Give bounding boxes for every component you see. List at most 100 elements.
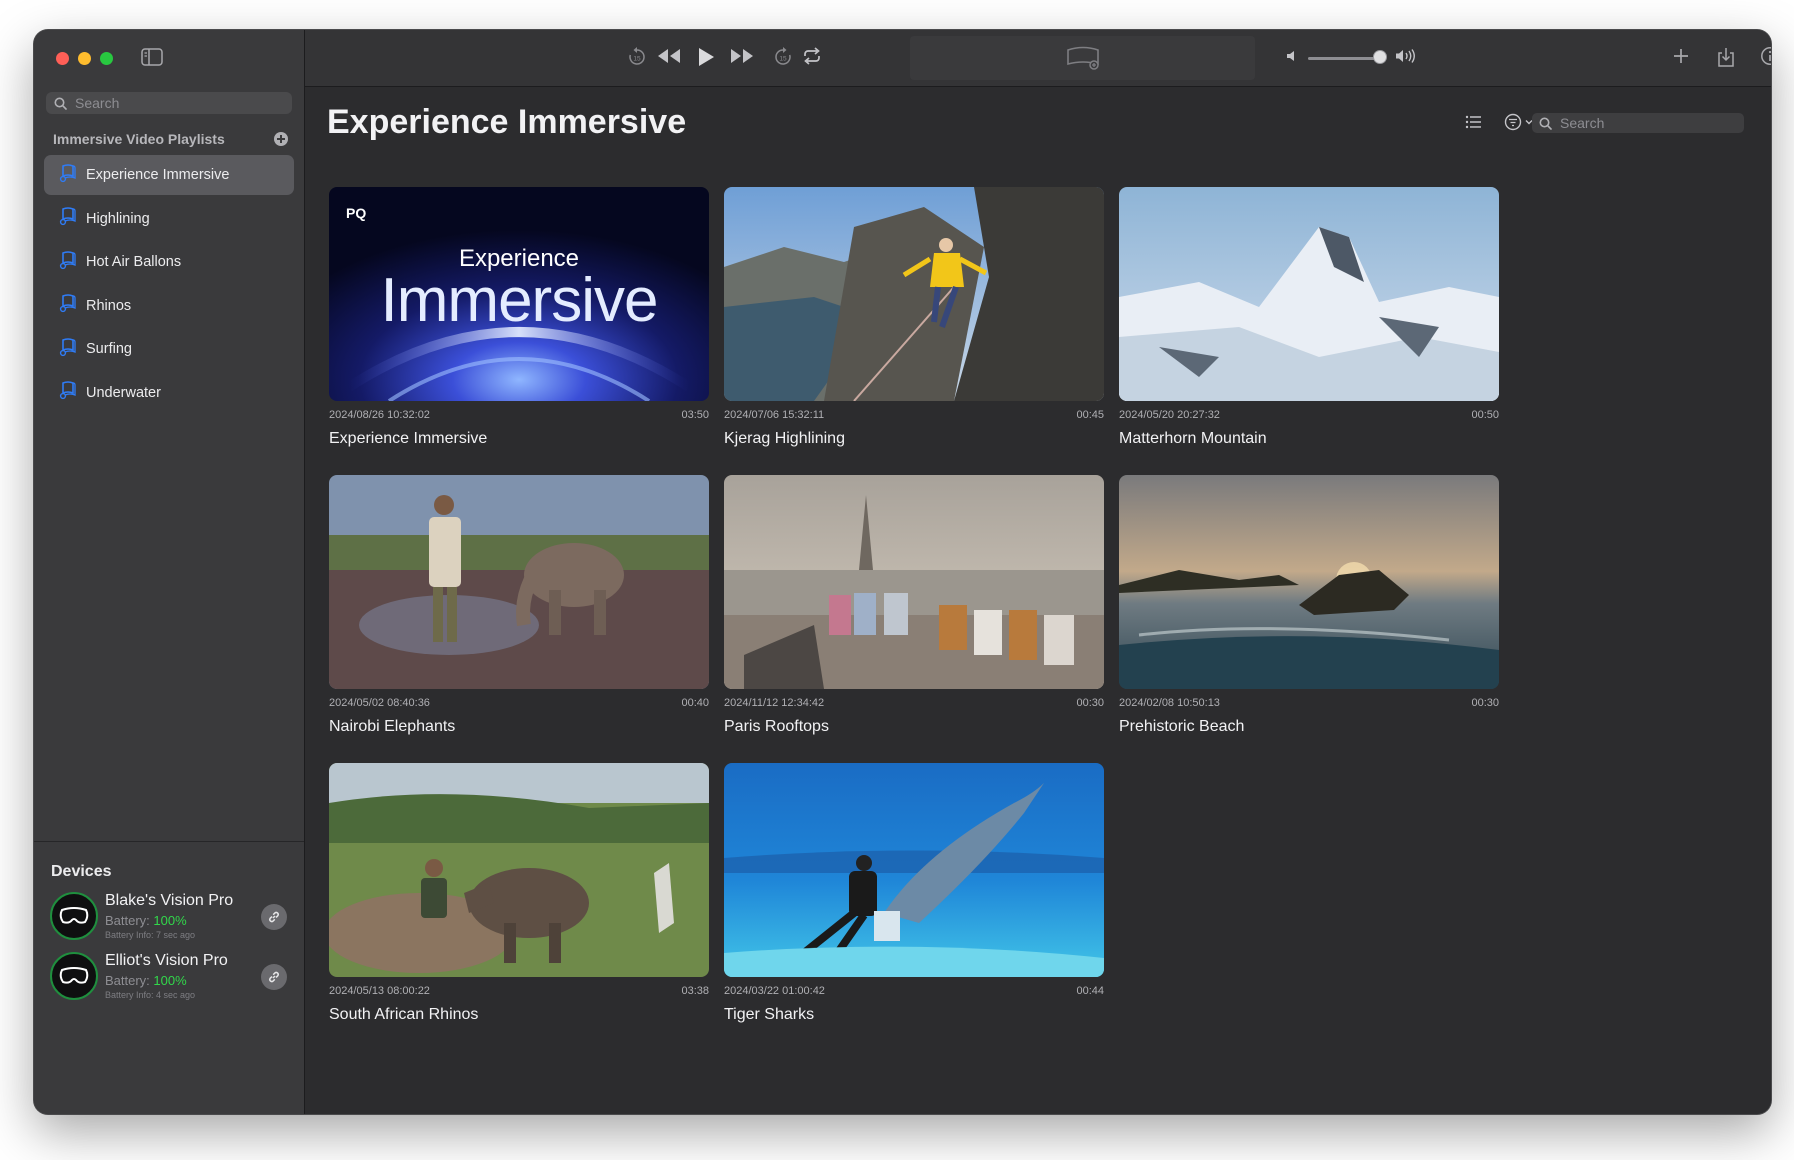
video-card[interactable]: 2024/11/12 12:34:42 00:30 Paris Rooftops — [724, 475, 1104, 745]
sidebar-toggle-icon[interactable] — [141, 48, 163, 66]
vision-pro-avatar — [50, 952, 98, 1000]
video-thumbnail[interactable] — [1119, 187, 1499, 401]
search-icon — [54, 97, 67, 110]
sidebar: Immersive Video Playlists Experience Imm… — [34, 30, 305, 1114]
sidebar-item-label: Underwater — [86, 384, 161, 401]
device-name: Blake's Vision Pro — [105, 892, 234, 909]
battery-value: 100% — [153, 973, 187, 988]
sidebar-item-playlist[interactable]: Rhinos — [44, 286, 294, 326]
video-thumbnail[interactable] — [724, 475, 1104, 689]
pq-badge: PQ — [346, 205, 367, 221]
video-card[interactable]: 2024/05/13 08:00:22 03:38 South African … — [329, 763, 709, 1033]
video-title[interactable]: Tiger Sharks — [724, 1006, 814, 1024]
video-date: 2024/11/12 12:34:42 — [724, 697, 825, 709]
video-duration: 00:30 — [1471, 697, 1499, 709]
minimize-window-button[interactable] — [78, 52, 91, 65]
volume-low-icon — [1285, 49, 1299, 63]
playlist-icon — [58, 206, 78, 231]
video-card[interactable]: 2024/03/22 01:00:42 00:44 Tiger Sharks — [724, 763, 1104, 1033]
divider — [34, 841, 304, 842]
device-battery: Battery: 100% — [105, 913, 187, 928]
sidebar-item-playlist[interactable]: Highlining — [44, 199, 294, 239]
video-thumbnail[interactable]: PQ Experience Immersive — [329, 187, 709, 401]
video-card[interactable]: PQ Experience Immersive 2024/08/26 10:32… — [329, 187, 709, 457]
main-search-field[interactable] — [1532, 113, 1744, 133]
zoom-window-button[interactable] — [100, 52, 113, 65]
sidebar-item-label: Highlining — [86, 210, 150, 227]
video-title[interactable]: Paris Rooftops — [724, 718, 829, 736]
video-thumbnail[interactable] — [329, 475, 709, 689]
sidebar-item-label: Surfing — [86, 341, 132, 357]
video-title[interactable]: Kjerag Highlining — [724, 430, 845, 448]
fast-forward-icon[interactable] — [729, 46, 755, 66]
vision-pro-avatar — [50, 892, 98, 940]
playlist-icon — [58, 250, 78, 275]
window-controls — [56, 52, 113, 65]
close-window-button[interactable] — [56, 52, 69, 65]
video-duration: 00:44 — [1076, 985, 1104, 997]
sidebar-search-field[interactable] — [46, 92, 292, 114]
video-thumbnail[interactable] — [1119, 475, 1499, 689]
video-title[interactable]: Matterhorn Mountain — [1119, 430, 1267, 448]
device-battery: Battery: 100% — [105, 973, 187, 988]
battery-info: Battery Info: 7 sec ago — [105, 930, 196, 940]
video-card[interactable]: 2024/05/02 08:40:36 00:40 Nairobi Elepha… — [329, 475, 709, 745]
video-title[interactable]: Nairobi Elephants — [329, 718, 455, 736]
volume-slider-track[interactable] — [1308, 57, 1380, 60]
main-search-input[interactable] — [1558, 114, 1742, 132]
sidebar-item-label: Hot Air Ballons — [86, 254, 182, 270]
sidebar-item-label: Rhinos — [86, 297, 132, 314]
video-duration: 00:50 — [1471, 409, 1499, 421]
playlist-icon — [58, 380, 78, 405]
volume-high-icon — [1395, 48, 1417, 64]
video-duration: 00:40 — [681, 697, 709, 709]
main-content: Experience Immersive Search PQ Experienc… — [305, 87, 1771, 1114]
skip-forward-15-icon[interactable]: 15 — [772, 46, 794, 68]
video-title[interactable]: Experience Immersive — [329, 430, 487, 448]
video-date: 2024/05/13 08:00:22 — [329, 985, 430, 997]
download-icon[interactable] — [1716, 46, 1736, 68]
link-icon[interactable] — [261, 904, 287, 930]
add-playlist-icon[interactable] — [274, 132, 288, 146]
video-duration: 00:45 — [1076, 409, 1104, 421]
now-playing-display — [910, 36, 1255, 80]
video-date: 2024/05/02 08:40:36 — [329, 697, 430, 709]
rewind-icon[interactable] — [656, 46, 682, 66]
toolbar: 15 15 — [305, 30, 1771, 87]
sidebar-search-input[interactable] — [73, 94, 277, 112]
link-icon[interactable] — [261, 964, 287, 990]
video-thumbnail[interactable] — [724, 763, 1104, 977]
battery-label: Battery: — [105, 973, 150, 988]
repeat-icon[interactable] — [801, 46, 823, 66]
sidebar-item-playlist[interactable]: Experience Immersive — [44, 155, 294, 195]
video-date: 2024/02/08 10:50:13 — [1119, 697, 1220, 709]
plus-icon[interactable] — [1671, 46, 1691, 66]
list-view-icon[interactable] — [1465, 115, 1483, 134]
play-icon[interactable] — [696, 46, 716, 68]
sidebar-item-playlist[interactable]: Hot Air Ballons — [44, 242, 294, 282]
sidebar-item-playlist[interactable]: Underwater — [44, 373, 294, 413]
video-title[interactable]: South African Rhinos — [329, 1006, 478, 1024]
video-title[interactable]: Prehistoric Beach — [1119, 718, 1244, 736]
video-card[interactable]: 2024/05/20 20:27:32 00:50 Matterhorn Mou… — [1119, 187, 1499, 457]
video-duration: 00:30 — [1076, 697, 1104, 709]
skip-back-15-icon[interactable]: 15 — [626, 46, 648, 68]
video-card[interactable]: 2024/07/06 15:32:11 00:45 Kjerag Highlin… — [724, 187, 1104, 457]
thumbnail-overlay-title: Immersive — [380, 266, 659, 335]
volume-slider-knob[interactable] — [1373, 50, 1387, 64]
device-name: Elliot's Vision Pro — [105, 952, 228, 969]
video-thumbnail[interactable] — [329, 763, 709, 977]
video-date: 2024/07/06 15:32:11 — [724, 409, 825, 421]
svg-text:15: 15 — [633, 56, 641, 63]
airplay-icon[interactable] — [1065, 46, 1101, 75]
video-card[interactable]: 2024/02/08 10:50:13 00:30 Prehistoric Be… — [1119, 475, 1499, 745]
battery-info: Battery Info: 4 sec ago — [105, 990, 196, 1000]
device-row: Blake's Vision Pro Battery: 100% Battery I… — [50, 892, 294, 944]
devices-title: Devices — [51, 863, 112, 880]
video-thumbnail[interactable] — [724, 187, 1104, 401]
playlist-icon — [58, 163, 78, 188]
video-duration: 03:50 — [681, 409, 709, 421]
playlist-list: Experience Immersive Highlining Hot Air Ba… — [44, 155, 294, 416]
sidebar-item-playlist[interactable]: Surfing — [44, 329, 294, 369]
info-icon[interactable] — [1760, 46, 1771, 66]
